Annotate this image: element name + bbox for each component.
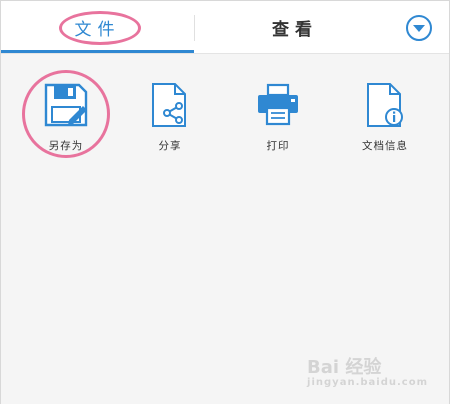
share-button[interactable]: 分享 <box>126 82 214 153</box>
annotation-circle-save-as <box>22 70 110 158</box>
annotation-circle-tab <box>59 11 141 45</box>
document-info-button[interactable]: 文档信息 <box>341 82 429 153</box>
document-info-icon <box>367 83 403 127</box>
document-info-label: 文档信息 <box>362 140 408 152</box>
share-label: 分享 <box>158 140 182 152</box>
print-button[interactable]: 打印 <box>234 82 322 153</box>
print-label: 打印 <box>266 140 290 152</box>
tab-bar: 文件 查看 <box>1 1 449 54</box>
app-frame <box>0 0 450 404</box>
active-tab-indicator <box>1 50 194 53</box>
tab-view[interactable]: 查看 <box>195 1 395 53</box>
baidu-jingyan-watermark: Bai 经验 jingyan.baidu.com <box>307 353 428 388</box>
share-icon <box>152 83 186 127</box>
chevron-down-icon[interactable] <box>405 14 433 42</box>
printer-icon <box>258 83 298 126</box>
watermark-text: Bai 经验 <box>307 357 382 378</box>
watermark-url: jingyan.baidu.com <box>307 377 428 388</box>
